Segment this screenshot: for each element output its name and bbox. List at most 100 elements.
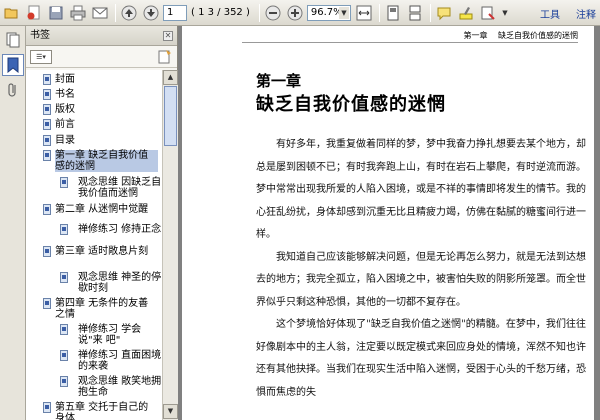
bookmarks-scrollbar[interactable]: ▲ ▼ [162, 70, 178, 420]
comment-menu[interactable]: 注释 [576, 6, 596, 21]
email-button[interactable] [90, 3, 110, 23]
attachments-button[interactable] [2, 79, 24, 101]
bookmark-label: 观念思维 神圣的停 歇时刻 [78, 272, 162, 294]
page-view-icon [387, 5, 399, 20]
open-file-button[interactable] [2, 3, 22, 23]
next-page-button[interactable] [141, 3, 161, 23]
bookmark-page-icon [43, 119, 51, 130]
bookmark-label: 第二章 从迷惘中觉醒 [55, 204, 149, 215]
bookmark-options-button[interactable]: ☰▾ [30, 49, 52, 64]
bookmark-page-icon [60, 376, 68, 387]
bookmark-label: 书名 [55, 89, 75, 100]
body-text: 有好多年，我重复做着同样的梦，梦中我奋力挣扎想要去某个地方，却总是屡到困顿不已；… [256, 134, 586, 404]
scroll-up-button[interactable]: ▲ [163, 70, 178, 85]
bookmark-label: 第三章 适时敞息片刻 [55, 246, 149, 257]
bookmark-page-icon [43, 402, 51, 413]
page-count-label: ( 1 3 / 352 ) [191, 7, 250, 18]
folder-open-icon [4, 8, 18, 18]
bookmark-label: 观念思维 因缺乏自 我价值而迷惘 [78, 177, 162, 199]
email-icon [92, 7, 108, 18]
comment-button[interactable] [434, 3, 454, 23]
bookmark-page-icon [60, 324, 68, 335]
document-viewport: 第一章 缺乏自我价值感的迷惘 第一章 缺乏自我价值感的迷惘 有好多年，我重复做着… [178, 26, 600, 420]
comment-menu-label: 注释 [576, 9, 596, 21]
bookmark-page-icon [60, 224, 68, 235]
running-head-chapter: 第一章 [463, 31, 488, 40]
chevron-down-icon: ▼ [502, 8, 508, 17]
stamp-button[interactable] [478, 3, 498, 23]
zoom-select[interactable]: 96.7% ▼ [306, 4, 351, 21]
options-menu-icon: ☰▾ [36, 52, 46, 61]
bookmark-page-icon [43, 204, 51, 215]
continuous-page-icon [409, 5, 421, 20]
bookmark-label: 第四章 无条件的友善 之情 [55, 298, 149, 320]
prev-page-icon [121, 5, 137, 20]
more-tools-button[interactable]: ▼ [500, 3, 510, 23]
scrollbar-thumb[interactable] [164, 86, 177, 146]
prev-page-button[interactable] [119, 3, 139, 23]
page-number-input[interactable]: 1 [163, 4, 187, 21]
tools-menu-label: 工具 [540, 9, 560, 21]
chapter-number: 第一章 [256, 72, 302, 90]
toolbar-separator [429, 3, 431, 22]
fit-width-button[interactable] [354, 3, 374, 23]
header-divider [242, 42, 578, 43]
bookmark-page-icon [43, 74, 51, 85]
continuous-view-button[interactable] [405, 3, 425, 23]
single-page-view-button[interactable] [383, 3, 403, 23]
paragraph: 有好多年，我重复做着同样的梦，梦中我奋力挣扎想要去某个地方，却总是屡到困顿不已；… [256, 139, 586, 240]
zoom-in-icon [287, 5, 303, 20]
highlight-button[interactable] [456, 3, 476, 23]
bookmark-label: 前言 [55, 119, 75, 130]
bookmark-label: 目录 [55, 135, 75, 146]
zoom-out-button[interactable] [263, 3, 283, 23]
bookmark-page-icon [43, 298, 51, 309]
attachment-icon [8, 83, 16, 97]
pdf-reader-window: 1 ( 1 3 / 352 ) 96.7% ▼ ▼ 工具 注释 书签 ✕ ☰▾ … [0, 0, 600, 420]
comment-icon [437, 7, 451, 20]
bookmark-page-icon [60, 272, 68, 283]
zoom-in-button[interactable] [285, 3, 305, 23]
bookmark-label: 禅修练习 直面困境 的来袭 [78, 350, 162, 372]
bookmark-page-icon [43, 135, 51, 146]
bookmark-page-icon [43, 104, 51, 115]
zoom-value: 96.7% [310, 6, 343, 18]
running-head: 第一章 缺乏自我价值感的迷惘 [455, 30, 578, 41]
pdf-create-icon [27, 5, 40, 19]
document-page: 第一章 缺乏自我价值感的迷惘 第一章 缺乏自我价值感的迷惘 有好多年，我重复做着… [182, 26, 594, 420]
save-icon [49, 6, 63, 19]
bookmark-label: 禅修练习 学会说"来 吧" [78, 324, 142, 346]
bookmark-label: 观念思维 敞笑地拥 抱生命 [78, 376, 162, 398]
paragraph: 我知道自己应该能够解决问题，但是无论再怎么努力，就是无法到达想去的地方；我完全孤… [256, 251, 586, 308]
main-toolbar: 1 ( 1 3 / 352 ) 96.7% ▼ ▼ 工具 注释 [0, 0, 600, 26]
create-pdf-button[interactable] [24, 3, 44, 23]
bookmark-label: 禅修练习 修持正念 [78, 224, 162, 235]
highlight-icon [459, 6, 473, 19]
bookmarks-tab-button[interactable] [2, 54, 24, 76]
bookmark-page-icon [43, 246, 51, 257]
bookmarks-panel: 书签 ✕ ☰▾ 封面 书名 版权 前言 目录 第一章 缺乏自我价值 感的迷惘 观念思维 因缺… [26, 26, 178, 420]
bookmarks-header: 书签 ✕ [26, 26, 177, 46]
panel-icon [6, 32, 20, 48]
new-bookmark-icon[interactable] [157, 49, 173, 65]
running-head-title: 缺乏自我价值感的迷惘 [498, 31, 578, 40]
chevron-down-icon: ▼ [338, 6, 349, 19]
tools-menu[interactable]: 工具 [540, 6, 560, 21]
paragraph: 这个梦境恰好体现了"缺乏自我价值之迷惘"的精髓。在梦中，我们往往好像剧本中的主人… [256, 319, 586, 398]
chapter-title: 缺乏自我价值感的迷惘 [256, 94, 446, 115]
bookmark-ribbon-icon [7, 57, 19, 73]
bookmark-label: 版权 [55, 104, 75, 115]
bookmarks-list: 封面 书名 版权 前言 目录 第一章 缺乏自我价值 感的迷惘 观念思维 因缺乏自 我价值而迷… [26, 70, 162, 420]
toolbar-menus: 工具 注释 [524, 0, 596, 26]
page-thumbnails-button[interactable] [2, 29, 24, 51]
next-page-icon [143, 5, 159, 20]
bookmarks-toolbar: ☰▾ [26, 46, 177, 68]
navigation-strip [0, 26, 26, 420]
close-icon[interactable]: ✕ [163, 31, 173, 41]
bookmarks-title: 书签 [30, 30, 50, 41]
save-button[interactable] [46, 3, 66, 23]
bookmark-page-icon [43, 150, 51, 161]
scroll-down-button[interactable]: ▼ [163, 404, 178, 419]
print-button[interactable] [68, 3, 88, 23]
toolbar-separator [258, 3, 260, 22]
